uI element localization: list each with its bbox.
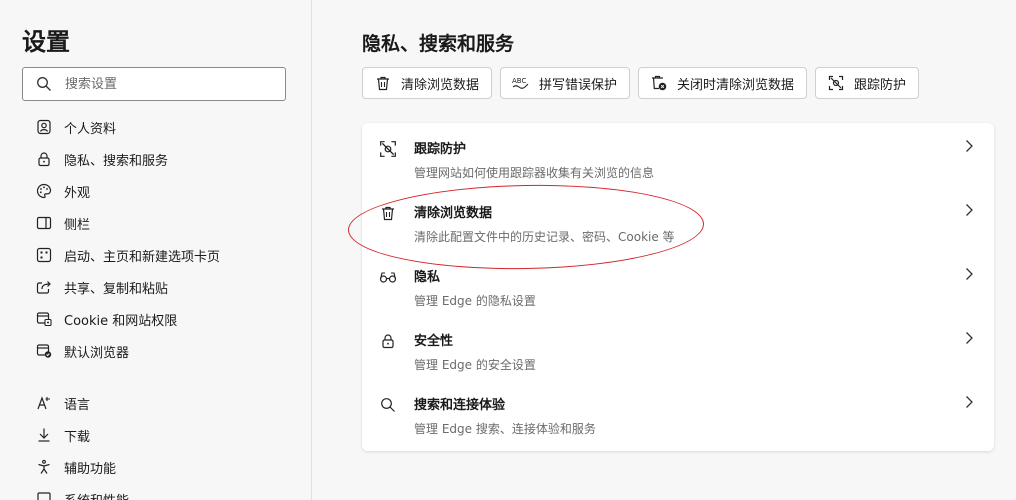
clear-browsing-data-button[interactable]: 清除浏览数据 bbox=[362, 67, 493, 99]
row-subtitle: 管理 Edge 的安全设置 bbox=[414, 358, 536, 372]
search-input[interactable] bbox=[65, 76, 265, 92]
row-subtitle: 管理 Edge 搜索、连接体验和服务 bbox=[414, 422, 596, 436]
accessibility-icon bbox=[34, 457, 54, 477]
sidebar-item-accessibility[interactable]: 辅助功能 bbox=[34, 451, 304, 483]
row-title: 跟踪防护 bbox=[414, 142, 467, 157]
chevron-right-icon bbox=[962, 265, 976, 283]
sidebar-item-label: 下载 bbox=[64, 429, 91, 445]
system-icon bbox=[34, 489, 54, 500]
lock-icon bbox=[378, 331, 398, 351]
sidebar-item-label: 语言 bbox=[64, 397, 91, 413]
trash-clock-icon bbox=[649, 73, 669, 93]
button-label: 清除浏览数据 bbox=[401, 77, 480, 93]
typo-protection-button[interactable]: ABC 拼写错误保护 bbox=[500, 67, 631, 99]
row-clear-browsing-data[interactable]: 清除浏览数据 清除此配置文件中的历史记录、密码、Cookie 等 bbox=[362, 187, 994, 251]
lock-icon bbox=[34, 149, 54, 169]
trash-icon bbox=[378, 203, 398, 223]
sidebar-item-profile[interactable]: 个人资料 bbox=[34, 111, 304, 143]
sidebar-item-label: Cookie 和网站权限 bbox=[64, 313, 178, 329]
sidebar-item-language[interactable]: 语言 bbox=[34, 387, 304, 419]
row-subtitle: 管理网站如何使用跟踪器收集有关浏览的信息 bbox=[414, 166, 655, 180]
tracking-icon bbox=[826, 73, 846, 93]
clear-on-close-button[interactable]: 关闭时清除浏览数据 bbox=[638, 67, 808, 99]
spellcheck-icon: ABC bbox=[511, 73, 531, 93]
chevron-right-icon bbox=[962, 329, 976, 347]
download-icon bbox=[34, 425, 54, 445]
sidebar-item-share[interactable]: 共享、复制和粘贴 bbox=[34, 271, 304, 303]
row-search-connected[interactable]: 搜索和连接体验 管理 Edge 搜索、连接体验和服务 bbox=[362, 379, 994, 443]
row-tracking-prevention[interactable]: 跟踪防护 管理网站如何使用跟踪器收集有关浏览的信息 bbox=[362, 123, 994, 187]
main-content: 隐私、搜索和服务 清除浏览数据 ABC 拼写错误保护 关闭时清除浏览数据 跟踪防… bbox=[313, 0, 1016, 500]
row-title: 安全性 bbox=[414, 334, 454, 349]
home-grid-icon bbox=[34, 245, 54, 265]
share-icon bbox=[34, 277, 54, 297]
glasses-icon bbox=[378, 267, 398, 287]
tracking-icon bbox=[378, 139, 398, 159]
sidebar-item-default-browser[interactable]: 默认浏览器 bbox=[34, 335, 304, 367]
button-label: 关闭时清除浏览数据 bbox=[677, 77, 795, 93]
row-subtitle: 清除此配置文件中的历史记录、密码、Cookie 等 bbox=[414, 230, 675, 244]
tracking-prevention-button[interactable]: 跟踪防护 bbox=[815, 67, 920, 99]
sidebar-item-downloads[interactable]: 下载 bbox=[34, 419, 304, 451]
settings-card: 跟踪防护 管理网站如何使用跟踪器收集有关浏览的信息 清除浏览数据 清除此配置文件… bbox=[362, 123, 994, 451]
sidebar-item-startup[interactable]: 启动、主页和新建选项卡页 bbox=[34, 239, 304, 271]
page-title: 隐私、搜索和服务 bbox=[362, 33, 515, 55]
search-icon bbox=[378, 395, 398, 415]
sidebar-item-label: 默认浏览器 bbox=[64, 345, 130, 361]
row-security[interactable]: 安全性 管理 Edge 的安全设置 bbox=[362, 315, 994, 379]
sidebar-icon bbox=[34, 213, 54, 233]
chevron-right-icon bbox=[962, 137, 976, 155]
row-title: 清除浏览数据 bbox=[414, 206, 493, 221]
search-box[interactable] bbox=[22, 67, 286, 101]
palette-icon bbox=[34, 181, 54, 201]
row-title: 搜索和连接体验 bbox=[414, 398, 506, 413]
button-label: 拼写错误保护 bbox=[539, 77, 618, 93]
sidebar-nav: 个人资料 隐私、搜索和服务 外观 侧栏 启动、主页和新建选项卡页 共享、复制和粘… bbox=[34, 111, 304, 500]
quick-action-bar: 清除浏览数据 ABC 拼写错误保护 关闭时清除浏览数据 跟踪防护 bbox=[362, 67, 920, 99]
sidebar-item-label: 启动、主页和新建选项卡页 bbox=[64, 249, 221, 265]
sidebar-item-label: 侧栏 bbox=[64, 217, 91, 233]
search-icon bbox=[23, 76, 65, 92]
sidebar-item-label: 系统和性能 bbox=[64, 490, 129, 500]
sidebar-item-label: 外观 bbox=[64, 185, 91, 201]
sidebar-item-sidebar[interactable]: 侧栏 bbox=[34, 207, 304, 239]
sidebar-item-system[interactable]: 系统和性能 bbox=[34, 483, 304, 500]
chevron-right-icon bbox=[962, 201, 976, 219]
default-browser-icon bbox=[34, 341, 54, 361]
row-privacy[interactable]: 隐私 管理 Edge 的隐私设置 bbox=[362, 251, 994, 315]
trash-icon bbox=[373, 73, 393, 93]
profile-icon bbox=[34, 117, 54, 137]
cookie-permissions-icon bbox=[34, 309, 54, 329]
sidebar-item-label: 个人资料 bbox=[64, 121, 117, 137]
svg-text:ABC: ABC bbox=[512, 77, 526, 85]
sidebar-item-cookies[interactable]: Cookie 和网站权限 bbox=[34, 303, 304, 335]
sidebar-item-appearance[interactable]: 外观 bbox=[34, 175, 304, 207]
chevron-right-icon bbox=[962, 393, 976, 411]
sidebar-item-label: 辅助功能 bbox=[64, 461, 117, 477]
row-subtitle: 管理 Edge 的隐私设置 bbox=[414, 294, 536, 308]
language-icon bbox=[34, 393, 54, 413]
sidebar-item-label: 共享、复制和粘贴 bbox=[64, 281, 169, 297]
sidebar-item-privacy[interactable]: 隐私、搜索和服务 bbox=[34, 143, 304, 175]
sidebar: 设置 个人资料 隐私、搜索和服务 外观 bbox=[0, 0, 312, 500]
sidebar-title: 设置 bbox=[22, 28, 70, 56]
row-title: 隐私 bbox=[414, 270, 441, 285]
button-label: 跟踪防护 bbox=[854, 77, 907, 93]
sidebar-item-label: 隐私、搜索和服务 bbox=[64, 153, 169, 169]
